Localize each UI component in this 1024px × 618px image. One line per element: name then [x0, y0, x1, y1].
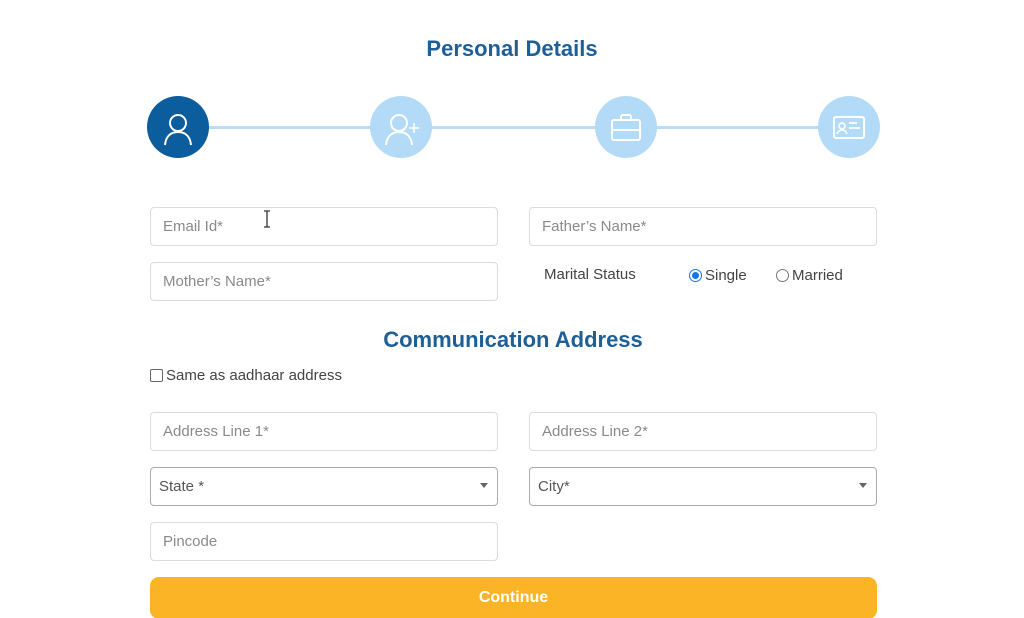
mother-name-input[interactable]	[151, 263, 497, 300]
chevron-down-icon	[859, 483, 867, 488]
briefcase-icon	[611, 114, 641, 141]
state-select[interactable]: State *	[150, 467, 498, 506]
father-name-input[interactable]	[530, 208, 876, 245]
marital-status-label: Marital Status	[544, 266, 636, 283]
same-as-aadhaar-label: Same as aadhaar address	[166, 367, 342, 384]
text-cursor-icon	[264, 210, 270, 228]
id-card-icon	[833, 116, 865, 139]
city-select-value: City*	[538, 478, 570, 495]
pincode-input[interactable]	[151, 523, 497, 560]
radio-single-label: Single	[705, 267, 747, 284]
stepper-connector-line	[180, 126, 850, 129]
radio-married[interactable]: Married	[776, 267, 843, 284]
step-kyc-details[interactable]	[818, 96, 880, 158]
state-select-value: State *	[159, 478, 205, 495]
address-line2-field[interactable]	[529, 412, 877, 451]
page-title: Personal Details	[426, 36, 598, 61]
father-name-field[interactable]	[529, 207, 877, 246]
step-occupation-details[interactable]	[595, 96, 657, 158]
step-nominee-details[interactable]	[370, 96, 432, 158]
email-input[interactable]	[151, 208, 497, 245]
continue-button[interactable]: Continue	[150, 577, 877, 618]
city-select[interactable]: City*	[529, 467, 877, 506]
user-plus-icon	[385, 114, 419, 146]
same-as-aadhaar-box[interactable]	[150, 369, 163, 382]
user-icon	[164, 114, 192, 146]
chevron-down-icon	[480, 483, 488, 488]
communication-address-heading: Communication Address	[383, 327, 643, 352]
email-field[interactable]	[150, 207, 498, 246]
address-line1-input[interactable]	[151, 413, 497, 450]
address-line1-field[interactable]	[150, 412, 498, 451]
address-line2-input[interactable]	[530, 413, 876, 450]
radio-married-label: Married	[792, 267, 843, 284]
radio-single-indicator[interactable]	[689, 269, 702, 282]
radio-married-indicator[interactable]	[776, 269, 789, 282]
same-as-aadhaar-checkbox[interactable]: Same as aadhaar address	[150, 367, 342, 384]
pincode-field[interactable]	[150, 522, 498, 561]
mother-name-field[interactable]	[150, 262, 498, 301]
radio-single[interactable]: Single	[689, 267, 747, 284]
step-personal-details[interactable]	[147, 96, 209, 158]
